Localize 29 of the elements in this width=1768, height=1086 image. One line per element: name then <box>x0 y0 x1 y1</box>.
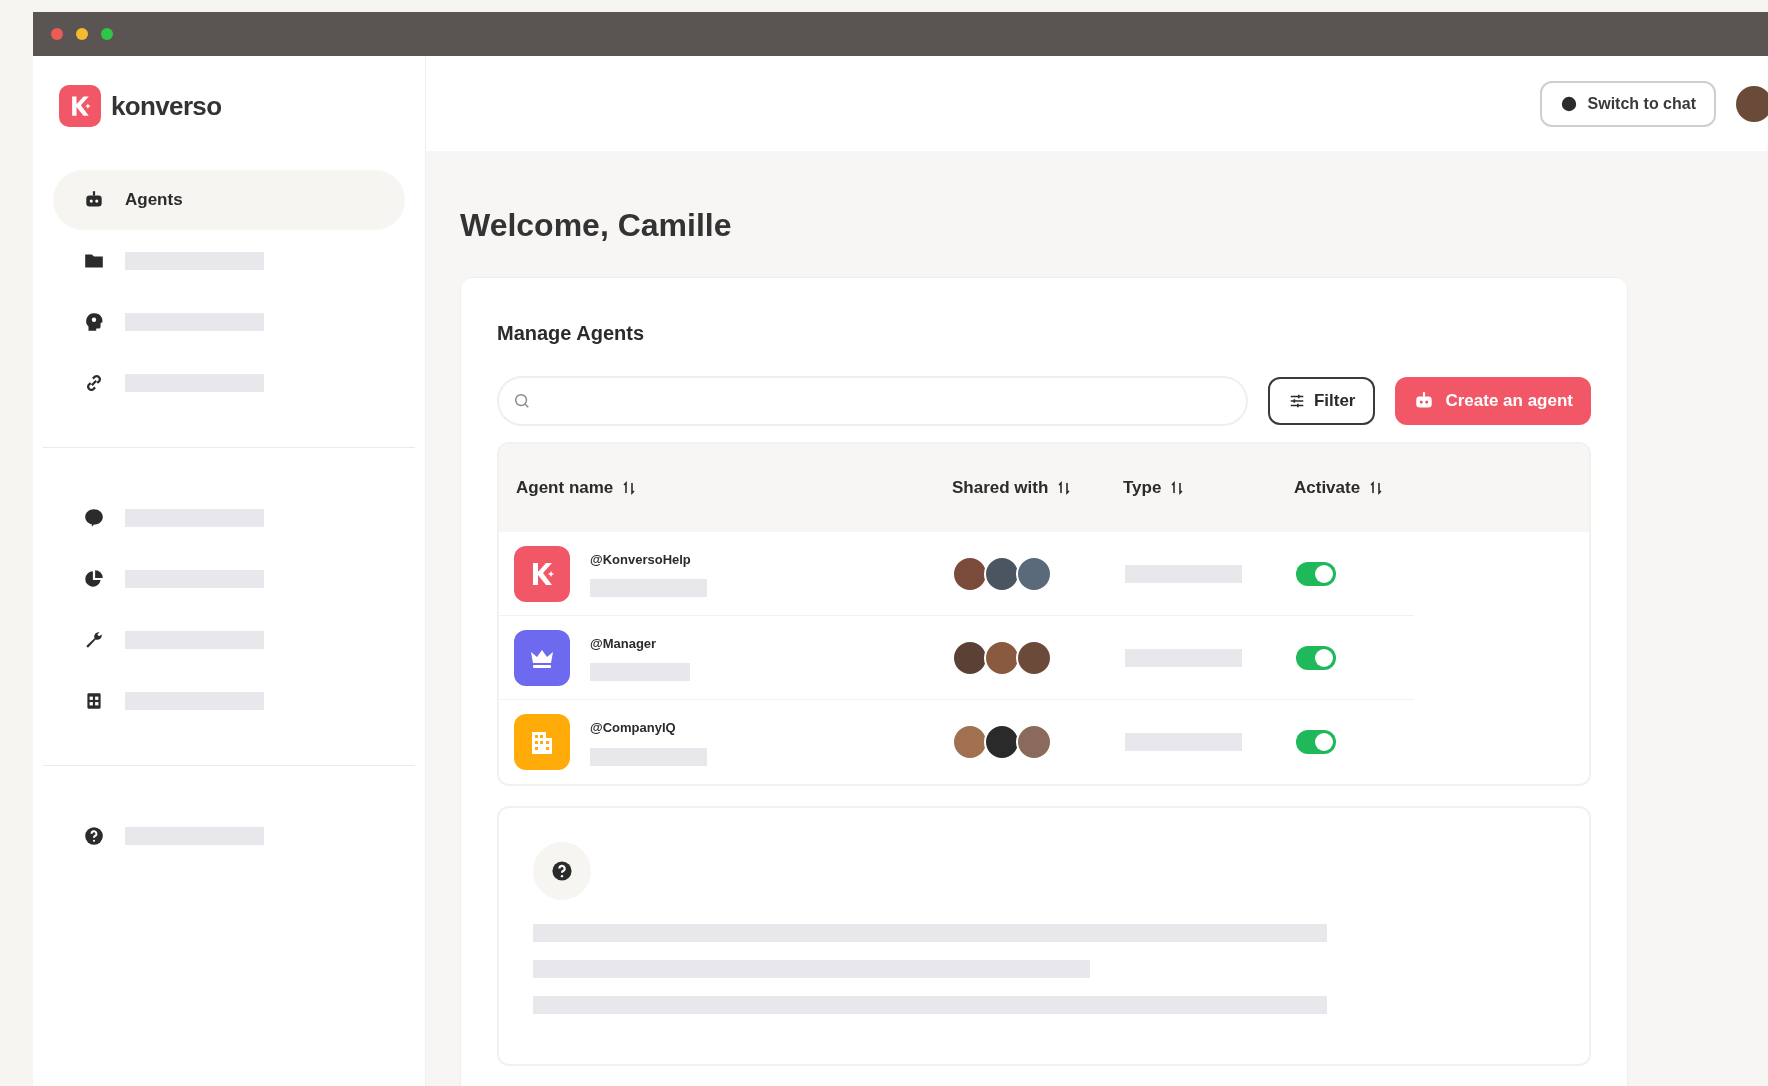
sort-icon <box>621 480 638 496</box>
sidebar-item[interactable]: Agents <box>53 170 405 230</box>
head-gear-icon <box>83 311 105 333</box>
activate-toggle[interactable] <box>1296 561 1336 586</box>
chat-icon <box>1559 94 1578 113</box>
card-title: Manage Agents <box>497 321 646 346</box>
agent-name: @KonversoHelp <box>590 550 692 569</box>
column-header[interactable]: Activate <box>1294 475 1361 501</box>
activate-toggle[interactable] <box>1296 730 1336 754</box>
pie-chart-icon <box>83 568 105 590</box>
column-header[interactable]: Type <box>1123 475 1162 501</box>
sort-icon <box>1056 480 1073 496</box>
brand-name: konverso <box>111 89 222 123</box>
help-icon <box>550 859 574 883</box>
switch-to-chat-button[interactable]: Switch to chat <box>1539 80 1716 127</box>
column-header[interactable]: Agent name <box>516 475 614 501</box>
chat-icon <box>83 507 105 529</box>
search-icon <box>513 392 531 410</box>
column-header[interactable]: Shared with <box>952 475 1049 501</box>
avatar[interactable] <box>1736 85 1768 122</box>
welcome-heading: Welcome, Camille <box>460 206 733 245</box>
sort-icon <box>1169 480 1186 496</box>
sort-icon <box>1368 480 1385 496</box>
agent-name: @Manager <box>590 634 658 653</box>
help-icon <box>83 825 105 847</box>
agent-name: @CompanyIQ <box>590 719 677 738</box>
search-field[interactable] <box>497 376 1248 426</box>
filter-button[interactable]: Filter <box>1267 377 1376 425</box>
activate-toggle[interactable] <box>1296 645 1336 670</box>
